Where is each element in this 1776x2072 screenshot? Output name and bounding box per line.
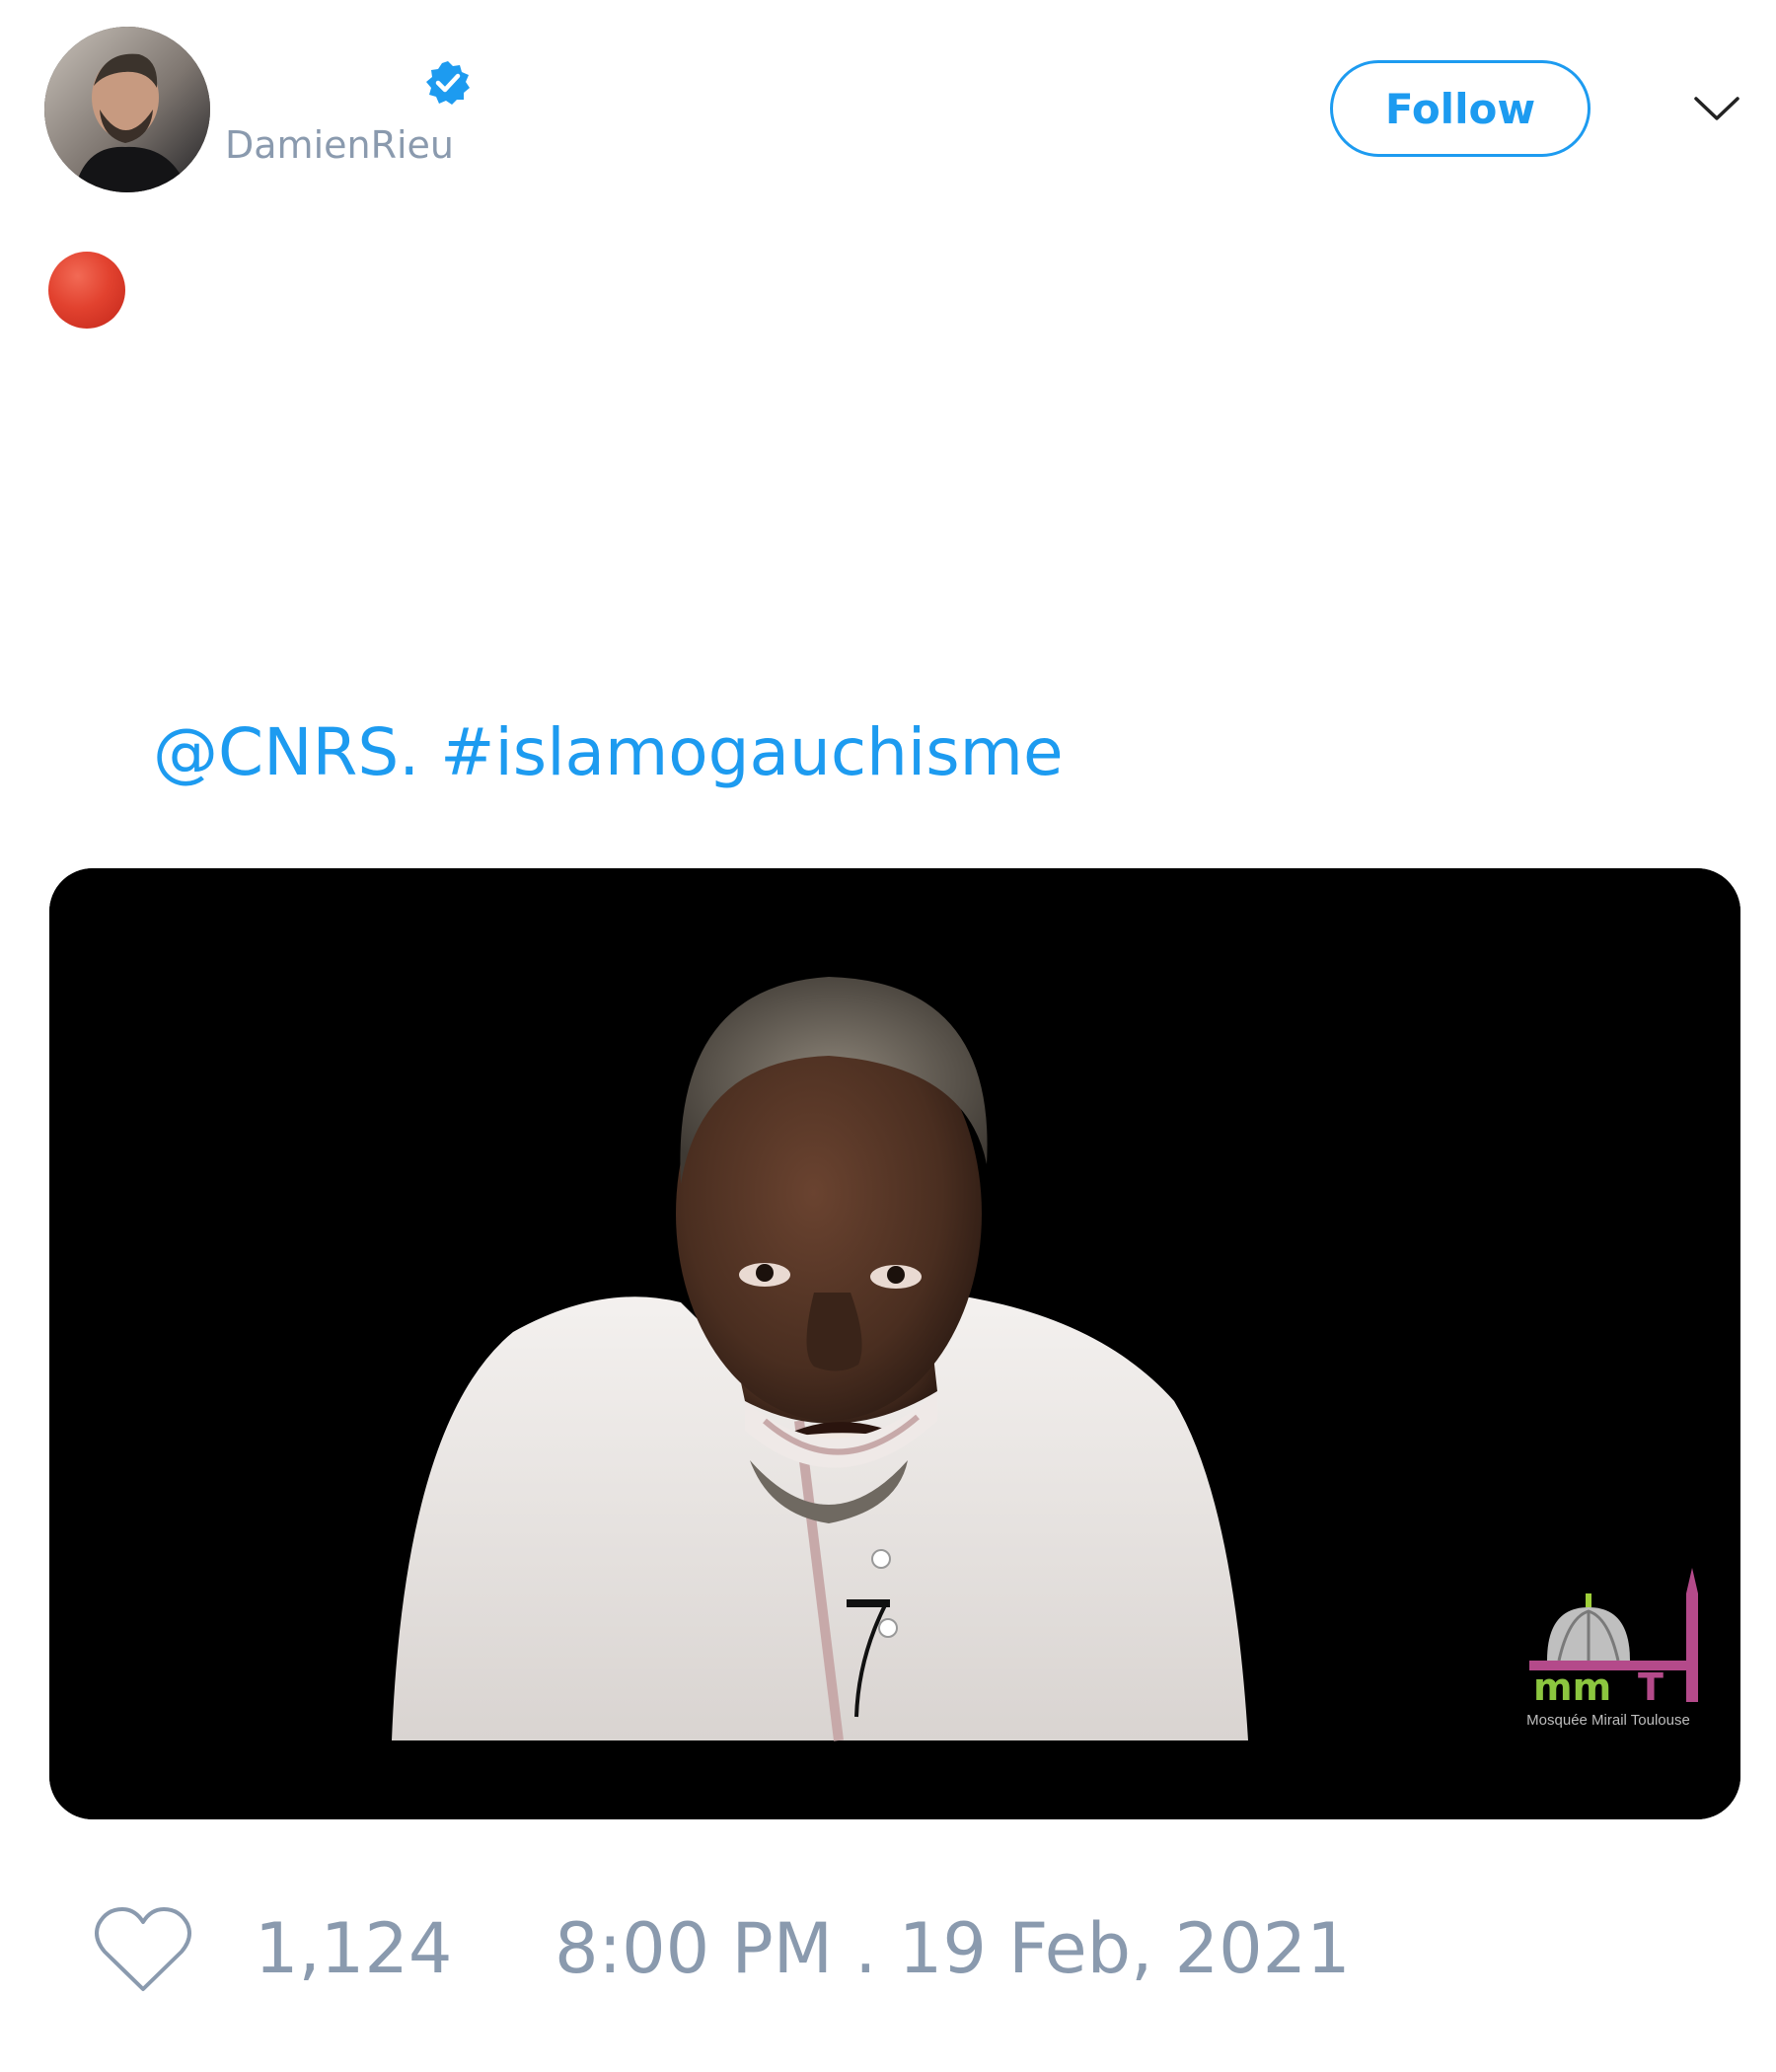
heart-outline-icon[interactable]	[91, 1904, 195, 1995]
timestamp[interactable]: 8:00 PM . 19 Feb, 2021	[555, 1914, 1351, 1983]
video-thumbnail[interactable]: mm T Mosquée Mirail Toulouse	[49, 868, 1740, 1819]
avatar-image	[44, 27, 210, 192]
verified-badge-icon	[424, 59, 472, 107]
avatar[interactable]	[44, 27, 210, 192]
logo-caption: Mosquée Mirail Toulouse	[1526, 1712, 1690, 1729]
user-handle[interactable]: DamienRieu	[225, 126, 454, 164]
hashtag-link[interactable]: #islamogauchisme	[440, 714, 1063, 790]
mention-link[interactable]: @CNRS.	[153, 714, 419, 790]
video-frame-image	[49, 868, 1740, 1819]
mosque-logo-watermark: mm T Mosquée Mirail Toulouse	[1490, 1564, 1727, 1741]
red-circle-emoji	[48, 252, 125, 329]
mosque-dome-icon: mm T	[1529, 1568, 1698, 1709]
tweet-text: @CNRS. #islamogauchisme	[153, 720, 1064, 785]
chevron-down-icon[interactable]	[1693, 95, 1740, 122]
svg-text:mm: mm	[1533, 1665, 1611, 1709]
like-count: 1,124	[255, 1908, 453, 1989]
follow-button[interactable]: Follow	[1330, 60, 1591, 157]
svg-text:T: T	[1638, 1665, 1664, 1709]
